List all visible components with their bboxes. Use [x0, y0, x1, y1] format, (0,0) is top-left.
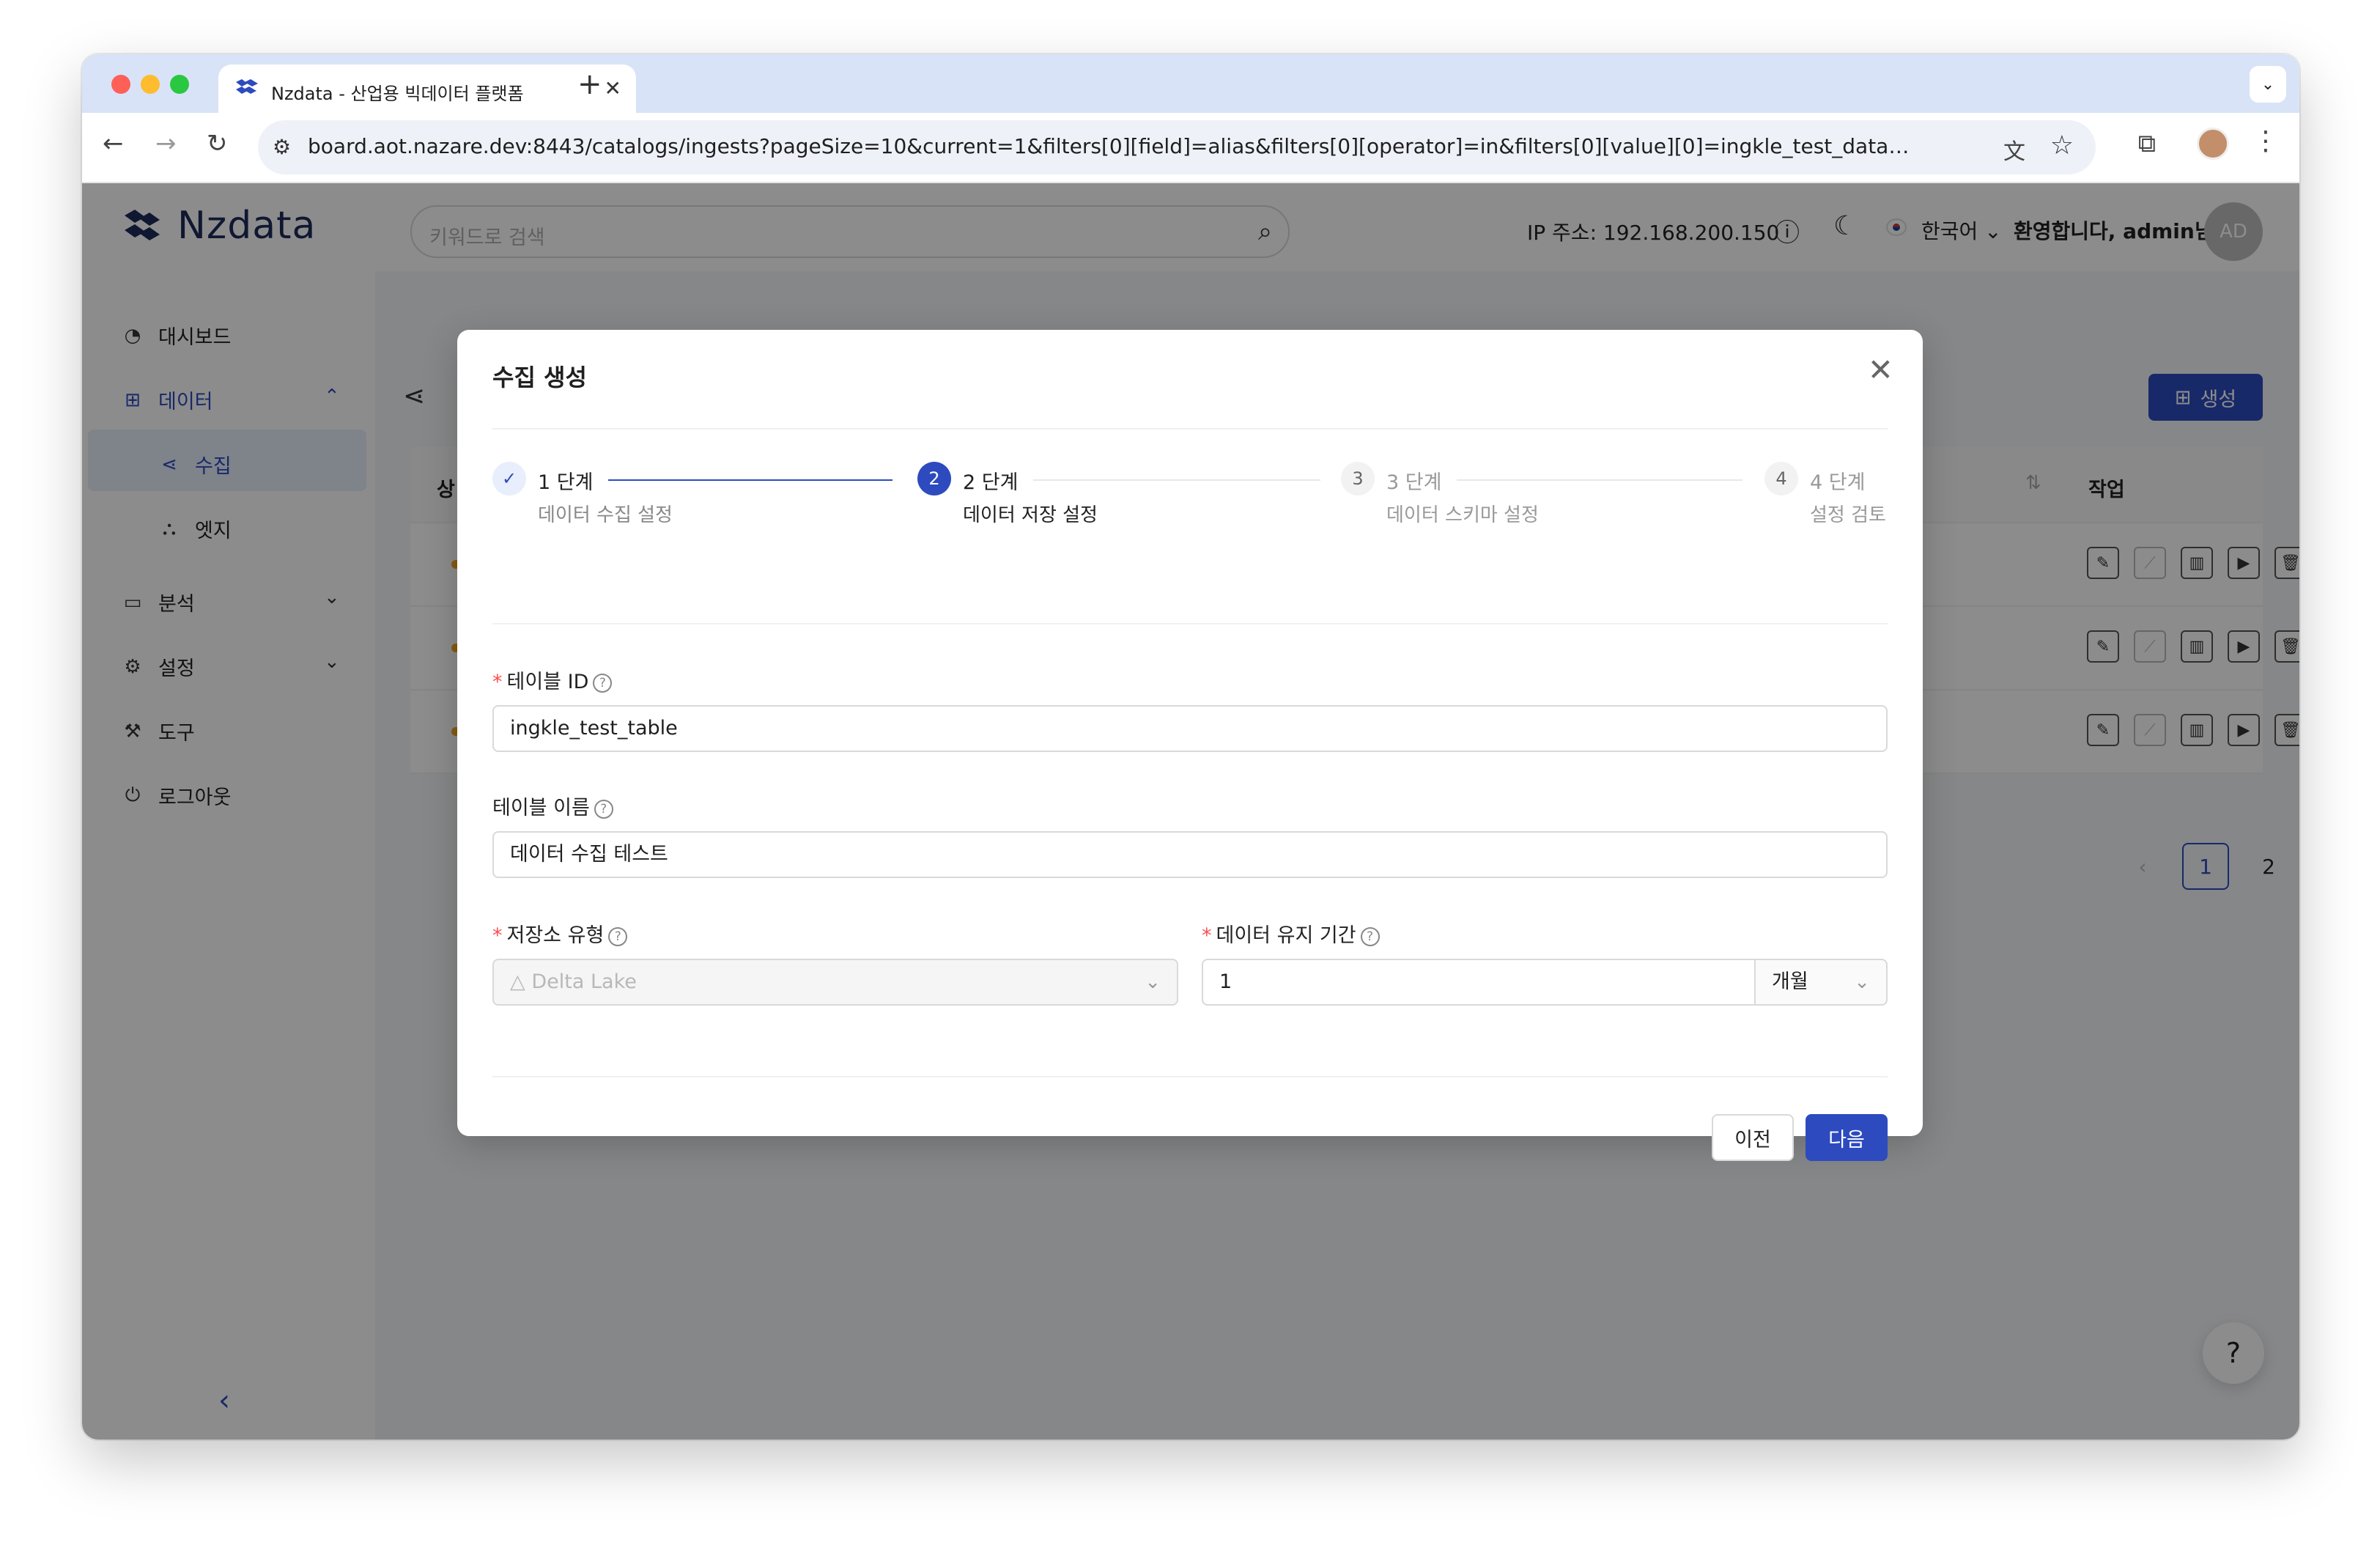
- table-name-input[interactable]: 데이터 수집 테스트: [492, 831, 1888, 878]
- tab-strip: Nzdata - 산업용 빅데이터 플랫폼 ✕ + ⌄: [82, 54, 2299, 113]
- extensions-icon[interactable]: ⧉: [2138, 129, 2156, 158]
- label-text: 저장소 유형: [506, 924, 605, 947]
- table-id-input[interactable]: ingkle_test_table: [492, 705, 1888, 752]
- tab-title: Nzdata - 산업용 빅데이터 플랫폼: [271, 84, 524, 104]
- retention-unit-value: 개월: [1772, 970, 1808, 993]
- retention-unit-select[interactable]: 개월 ⌄: [1754, 959, 1888, 1006]
- step-title: 4 단계: [1810, 471, 1866, 494]
- translate-icon[interactable]: 文: [2003, 133, 2025, 166]
- chevron-down-icon: ⌄: [1854, 971, 1870, 993]
- modal-divider: [492, 428, 1888, 430]
- step-number: 3: [1341, 462, 1375, 495]
- step-connector: [1033, 479, 1320, 481]
- step-description: 설정 검토: [1810, 504, 1886, 526]
- browser-toolbar: ← → ↻ ⚙ board.aot.nazare.dev:8443/catalo…: [82, 113, 2299, 183]
- storage-type-select: △ Delta Lake ⌄: [492, 959, 1178, 1006]
- required-mark: *: [492, 924, 503, 947]
- url-text[interactable]: board.aot.nazare.dev:8443/catalogs/inges…: [308, 134, 1920, 158]
- close-icon[interactable]: ✕: [1868, 352, 1893, 388]
- tab-search-chevron-icon[interactable]: ⌄: [2250, 66, 2286, 103]
- address-bar[interactable]: ⚙ board.aot.nazare.dev:8443/catalogs/ing…: [258, 120, 2096, 174]
- tab-close-icon[interactable]: ✕: [605, 76, 621, 100]
- step-description: 데이터 스키마 설정: [1386, 504, 1539, 526]
- delta-lake-icon: △: [510, 970, 525, 993]
- question-circle-icon[interactable]: ?: [593, 673, 613, 693]
- question-circle-icon[interactable]: ?: [594, 799, 613, 819]
- prev-button[interactable]: 이전: [1712, 1114, 1794, 1161]
- storage-type-label: * 저장소 유형?: [492, 919, 628, 948]
- step-description: 데이터 수집 설정: [538, 504, 673, 526]
- retention-label: * 데이터 유지 기간?: [1202, 919, 1380, 948]
- table-id-label: * 테이블 ID?: [492, 666, 613, 694]
- question-circle-icon[interactable]: ?: [608, 926, 628, 946]
- modal-divider: [492, 1076, 1888, 1077]
- step-number: 2: [917, 462, 951, 495]
- browser-menu-icon[interactable]: ⋮: [2252, 126, 2279, 156]
- step-title: 2 단계: [963, 471, 1019, 494]
- step-connector: [1457, 479, 1742, 481]
- required-mark: *: [492, 671, 503, 693]
- site-settings-icon[interactable]: ⚙: [273, 135, 291, 159]
- step-title: 3 단계: [1386, 471, 1442, 494]
- label-text: 테이블 이름: [492, 797, 590, 819]
- question-circle-icon[interactable]: ?: [1360, 926, 1380, 946]
- minimize-window-button[interactable]: [141, 75, 160, 94]
- table-name-label: 테이블 이름?: [492, 792, 613, 820]
- profile-avatar[interactable]: [2197, 128, 2229, 160]
- reload-icon[interactable]: ↻: [207, 129, 228, 158]
- back-arrow-icon[interactable]: ←: [103, 129, 124, 158]
- bookmark-star-icon[interactable]: ☆: [2050, 130, 2074, 161]
- maximize-window-button[interactable]: [170, 75, 189, 94]
- step-connector: [608, 479, 892, 481]
- step-description: 데이터 저장 설정: [963, 504, 1098, 526]
- step-number: 4: [1764, 462, 1798, 495]
- required-mark: *: [1202, 924, 1212, 947]
- browser-tab[interactable]: Nzdata - 산업용 빅데이터 플랫폼 ✕: [218, 64, 636, 113]
- close-window-button[interactable]: [111, 75, 130, 94]
- new-tab-icon[interactable]: +: [577, 67, 602, 101]
- check-icon: ✓: [492, 462, 526, 495]
- label-text: 테이블 ID: [506, 671, 589, 693]
- modal-divider: [492, 623, 1888, 624]
- label-text: 데이터 유지 기간: [1216, 924, 1356, 947]
- create-ingest-modal: 수집 생성 ✕ ✓ 1 단계 데이터 수집 설정 2 2 단계 데이터 저장 설…: [457, 330, 1923, 1161]
- chevron-down-icon: ⌄: [1145, 971, 1161, 993]
- step-title: 1 단계: [538, 471, 594, 494]
- next-button[interactable]: 다음: [1806, 1114, 1888, 1161]
- browser-window: Nzdata - 산업용 빅데이터 플랫폼 ✕ + ⌄ ← → ↻ ⚙ boar…: [82, 54, 2299, 1440]
- modal-title: 수집 생성: [492, 364, 587, 391]
- storage-type-value: Delta Lake: [531, 970, 637, 993]
- nzdata-favicon-icon: [236, 79, 258, 94]
- retention-input[interactable]: 1: [1202, 959, 1756, 1006]
- forward-arrow-icon[interactable]: →: [155, 129, 177, 158]
